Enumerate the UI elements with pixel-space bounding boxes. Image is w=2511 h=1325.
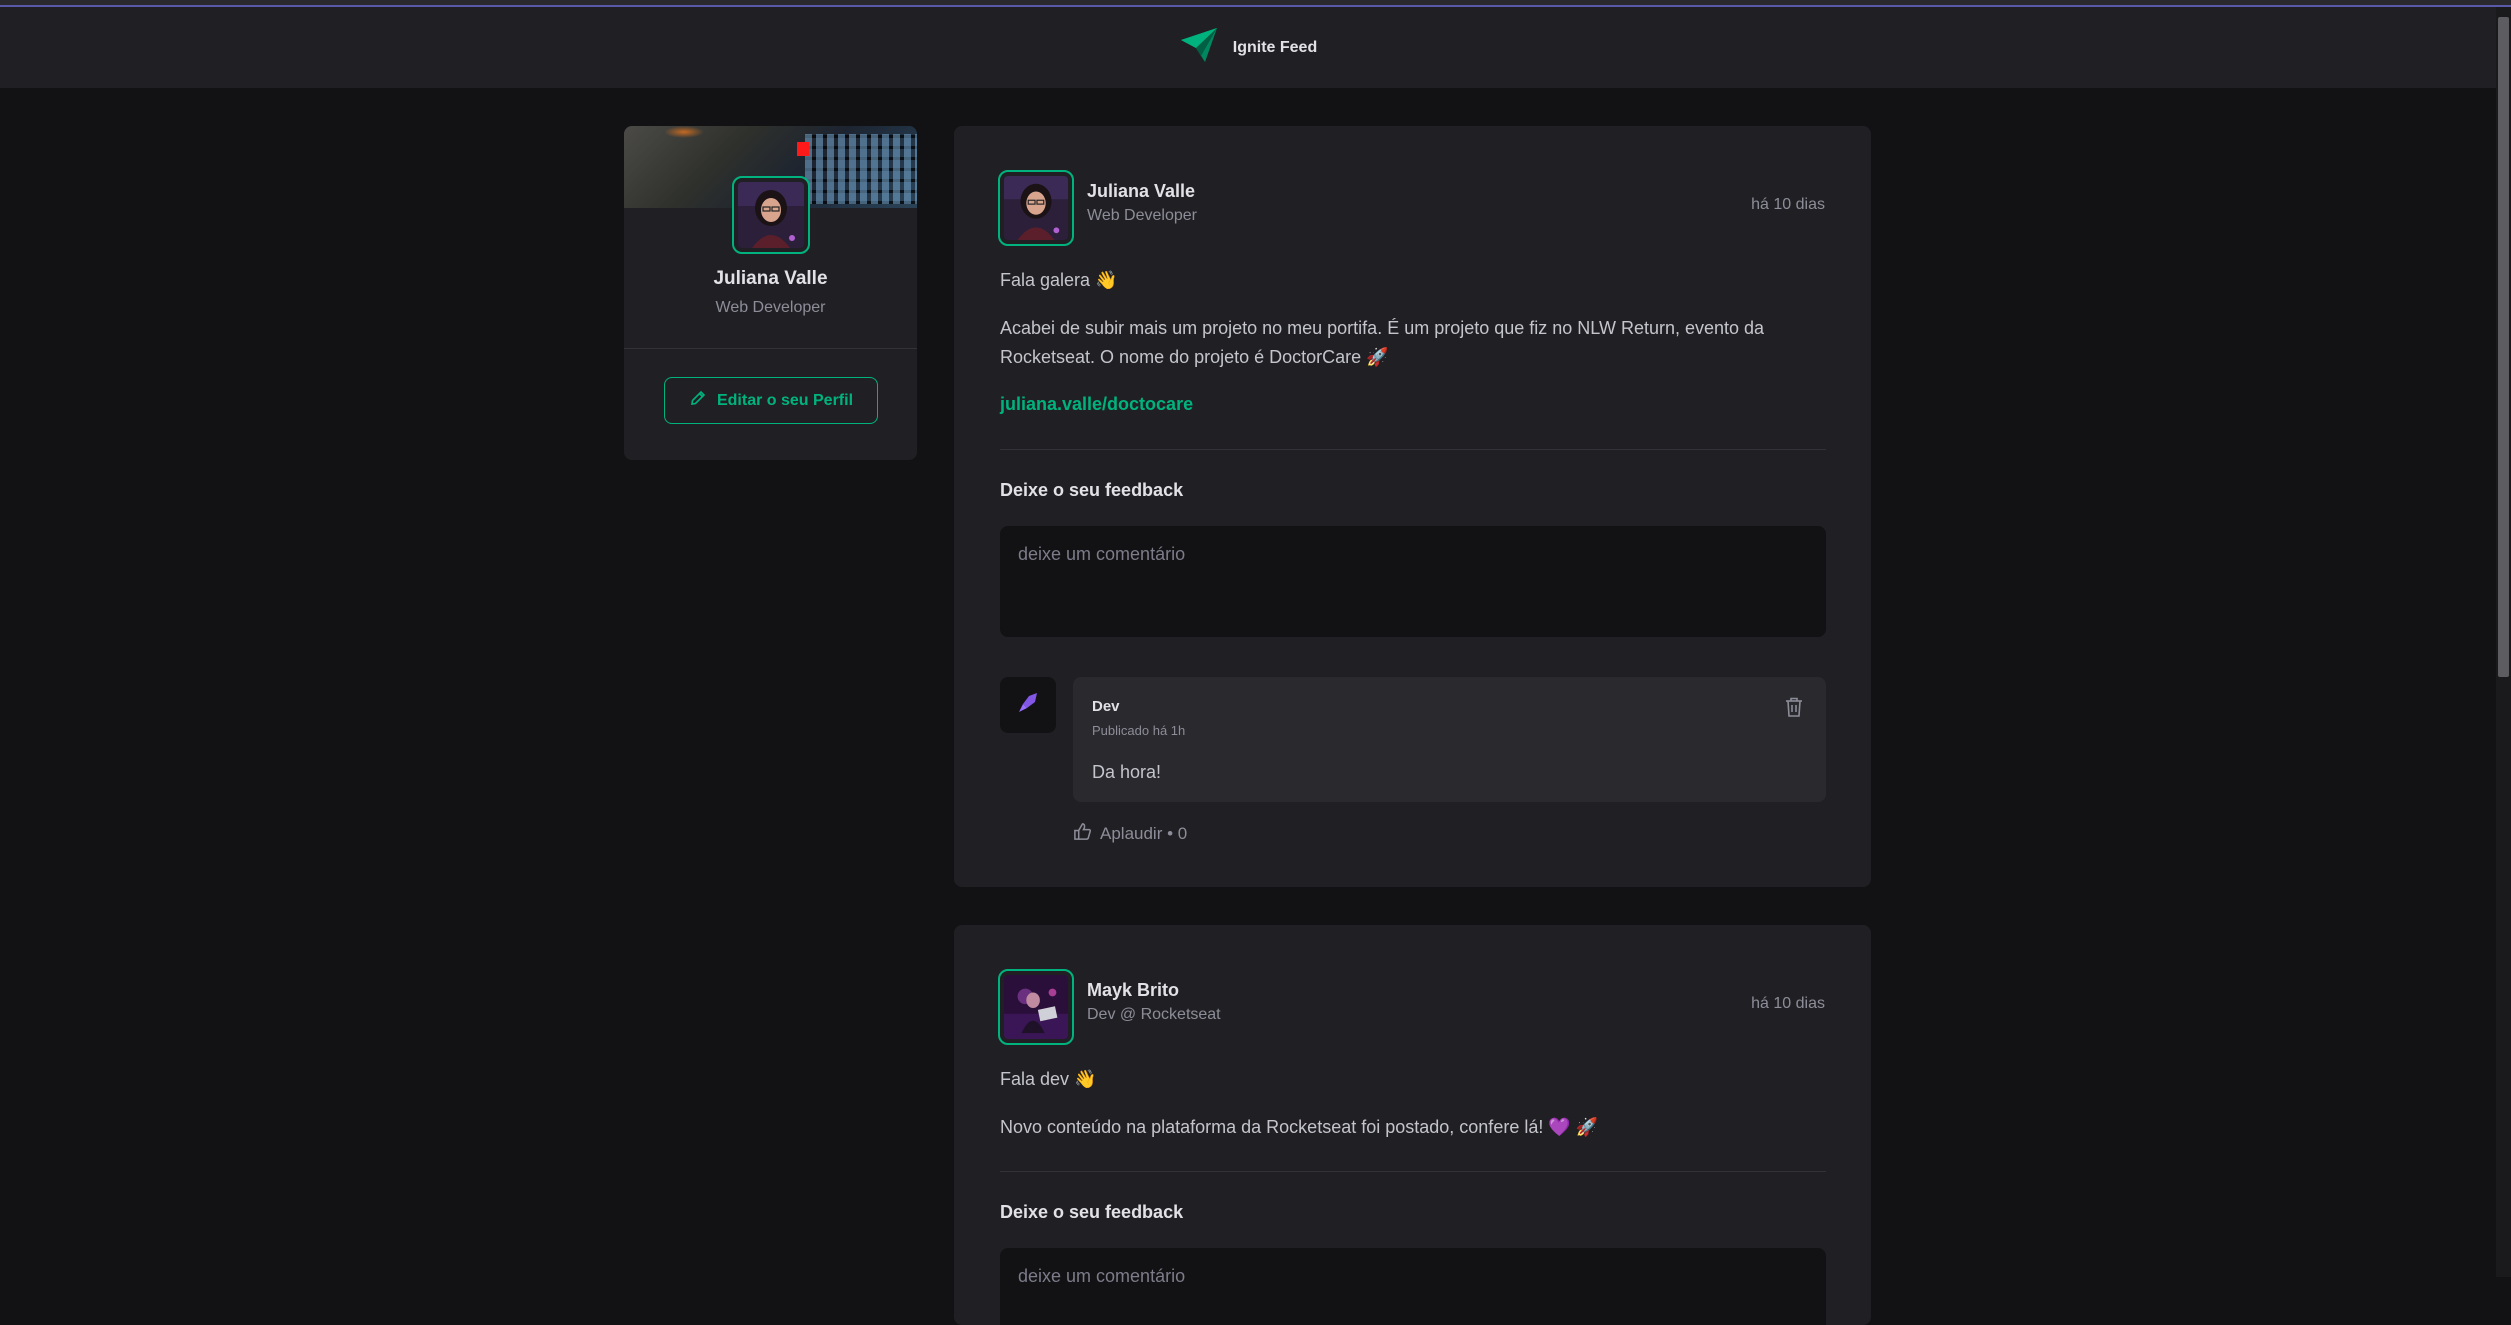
- comment-time: Publicado há 1h: [1092, 723, 1186, 738]
- pencil-icon: [689, 389, 707, 412]
- app-title: Ignite Feed: [1232, 38, 1318, 56]
- paper-plane-logo-icon: [1179, 26, 1219, 69]
- profile-name: Juliana Valle: [713, 268, 828, 289]
- edit-profile-label: Editar o seu Perfil: [716, 391, 854, 409]
- avatar: [732, 176, 810, 254]
- comment-input[interactable]: [1000, 1248, 1826, 1325]
- author-role: Web Developer: [1087, 207, 1197, 224]
- trash-icon: [1784, 696, 1804, 721]
- post: Mayk Brito Dev @ Rocketseat há 10 dias F…: [954, 925, 1871, 1325]
- feedback-title: Deixe o seu feedback: [1000, 480, 1184, 500]
- applaud-label: Aplaudir • 0: [1100, 824, 1188, 843]
- comment-avatar: [1000, 677, 1056, 733]
- profile-role: Web Developer: [715, 299, 826, 316]
- author-name: Juliana Valle: [1087, 181, 1196, 201]
- post-body: Novo conteúdo na plataforma da Rocketsea…: [1000, 1117, 1599, 1137]
- comment-input[interactable]: [1000, 526, 1826, 637]
- post: Juliana Valle Web Developer há 10 dias F…: [954, 126, 1871, 887]
- post-greeting: Fala galera 👋: [1000, 270, 1118, 290]
- avatar[interactable]: [998, 969, 1074, 1045]
- comment: Dev Publicado há 1h Da hora!: [1073, 677, 1826, 802]
- divider: [1000, 449, 1826, 450]
- divider: [1000, 1171, 1826, 1172]
- post-body: Acabei de subir mais um projeto no meu p…: [1000, 318, 1765, 367]
- post-time: há 10 dias: [1751, 196, 1825, 213]
- scrollbar[interactable]: [2496, 7, 2511, 1277]
- edit-profile-button[interactable]: Editar o seu Perfil: [664, 377, 878, 424]
- feedback-title: Deixe o seu feedback: [1000, 1202, 1184, 1222]
- author-role: Dev @ Rocketseat: [1087, 1006, 1221, 1023]
- author-name: Mayk Brito: [1087, 980, 1180, 1000]
- post-link[interactable]: juliana.valle/doctocare: [1000, 394, 1193, 415]
- thumbs-up-icon: [1073, 822, 1092, 846]
- delete-comment-button[interactable]: [1780, 694, 1808, 722]
- app-header: Ignite Feed: [0, 7, 2496, 88]
- divider: [624, 348, 917, 349]
- post-time: há 10 dias: [1751, 995, 1825, 1012]
- avatar[interactable]: [998, 170, 1074, 246]
- scrollbar-thumb[interactable]: [2498, 17, 2509, 677]
- comment-text: Da hora!: [1092, 762, 1162, 782]
- post-greeting: Fala dev 👋: [1000, 1069, 1097, 1089]
- profile-sidebar: Juliana Valle Web Developer Editar o seu…: [624, 126, 917, 460]
- window-top-border: [0, 0, 2511, 7]
- rocket-icon: [1015, 690, 1041, 721]
- comment-author: Dev: [1092, 698, 1120, 715]
- applaud-button[interactable]: Aplaudir • 0: [1073, 819, 1187, 849]
